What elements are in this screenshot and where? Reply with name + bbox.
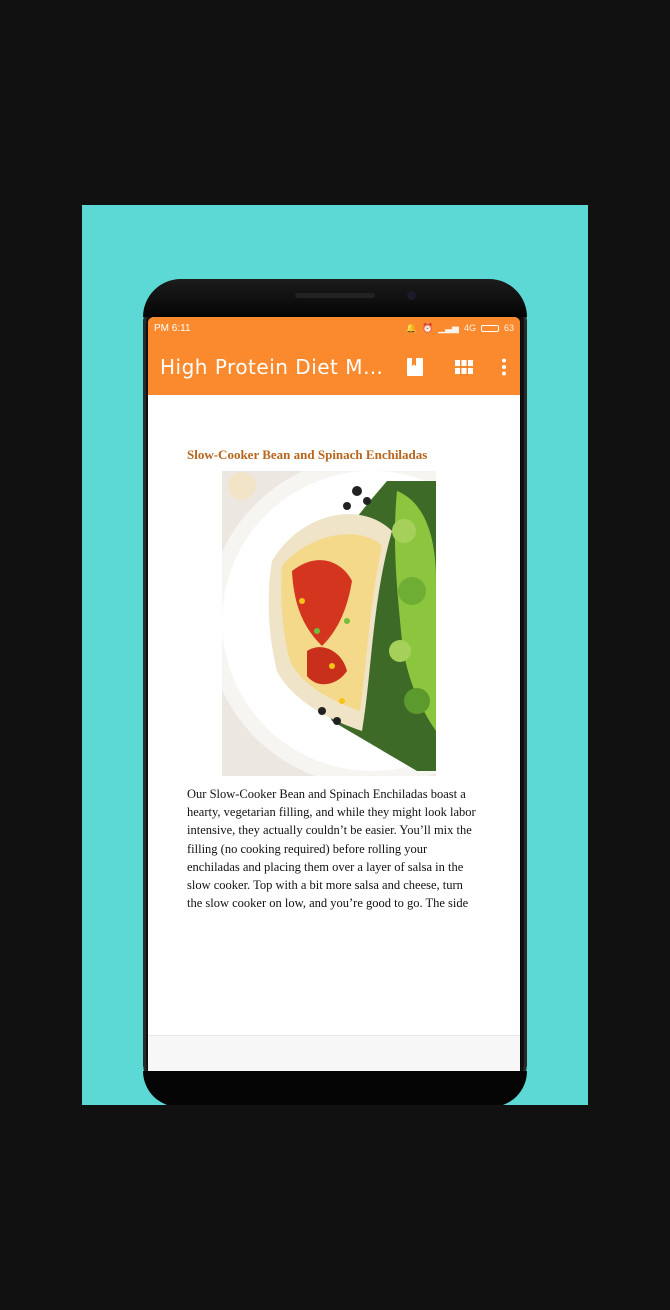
- grid-view-icon: [455, 360, 473, 374]
- bottom-strip: [148, 1035, 520, 1071]
- overflow-menu-button[interactable]: [490, 353, 518, 381]
- recipe-photo: [222, 471, 436, 776]
- phone-top-bezel: [143, 279, 527, 317]
- battery-level: 63: [503, 323, 514, 333]
- recipe-description: Our Slow-Cooker Bean and Spinach Enchila…: [187, 785, 477, 912]
- speaker-grille: [295, 293, 375, 298]
- enchiladas-illustration: [222, 471, 436, 776]
- battery-icon: [480, 324, 499, 332]
- bell-icon: 🔔: [405, 322, 417, 333]
- network-type: 4G: [463, 323, 476, 333]
- document-page[interactable]: Slow-Cooker Bean and Spinach Enchiladas: [148, 395, 520, 1035]
- grid-view-button[interactable]: [450, 353, 478, 381]
- status-time: PM 6:11: [154, 322, 191, 334]
- more-vert-icon: [502, 358, 506, 376]
- recipe-text-line: Our Slow-Cooker Bean and Spinach Enchila…: [187, 787, 466, 801]
- app-toolbar: High Protein Diet Mea…: [148, 339, 520, 395]
- recipe-text-line: the slow cooker on low, and you’re good …: [187, 896, 469, 911]
- bookmark-button[interactable]: [401, 353, 429, 381]
- recipe-text-line: filling (no cooking required) before rol…: [187, 841, 428, 856]
- alarm-icon: ⏰: [421, 322, 434, 333]
- recipe-text-line: enchiladas and placing them over a layer…: [187, 859, 464, 874]
- phone-frame: PM 6:11 🔔 ⏰ ▁▃▅ 4G 63 High Protein Diet …: [143, 279, 527, 1105]
- recipe-text-line: slow cooker. Top with a bit more salsa a…: [187, 878, 463, 893]
- phone-bottom-bezel: [143, 1071, 527, 1105]
- recipe-text-line: hearty, vegetarian filling, and while th…: [187, 805, 476, 820]
- bookmark-icon: [407, 358, 423, 376]
- status-bar: PM 6:11 🔔 ⏰ ▁▃▅ 4G 63: [148, 317, 520, 339]
- recipe-title: Slow-Cooker Bean and Spinach Enchiladas: [187, 447, 428, 462]
- signal-icon: ▁▃▅: [438, 322, 459, 333]
- app-title: High Protein Diet Mea…: [160, 355, 392, 379]
- phone-screen: PM 6:11 🔔 ⏰ ▁▃▅ 4G 63 High Protein Diet …: [148, 317, 520, 1071]
- status-icons: 🔔 ⏰ ▁▃▅ 4G 63: [406, 323, 514, 334]
- front-camera: [407, 291, 416, 300]
- recipe-text-line: intensive, they actually couldn’t be eas…: [187, 823, 472, 838]
- promo-card-background: PM 6:11 🔔 ⏰ ▁▃▅ 4G 63 High Protein Diet …: [82, 205, 588, 1105]
